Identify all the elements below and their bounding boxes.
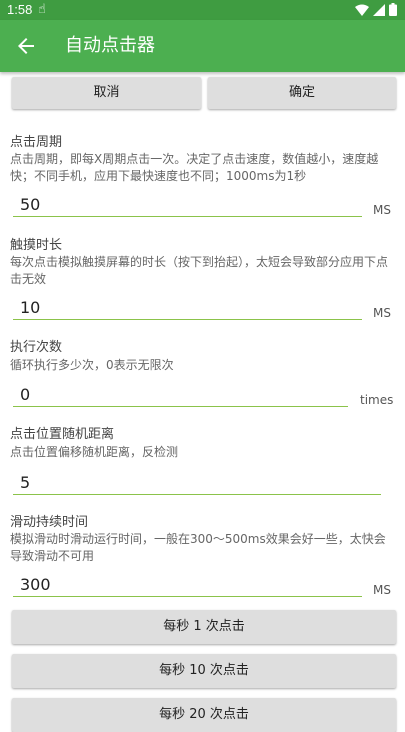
status-time: 1:58 bbox=[7, 2, 33, 17]
repeat-count-unit: times bbox=[360, 393, 394, 407]
repeat-count-desc: 循环执行多少次，0表示无限次 bbox=[10, 358, 174, 372]
click-interval-desc: 点击周期，即每X周期点击一次。决定了点击速度，数值越小，速度越快；不同手机，应用… bbox=[10, 152, 379, 183]
random-offset-input[interactable]: 5 bbox=[13, 473, 381, 495]
swipe-duration-unit: MS bbox=[373, 583, 391, 597]
random-offset-label: 点击位置随机距离 bbox=[10, 427, 115, 442]
battery-icon bbox=[389, 3, 397, 16]
swipe-duration-input[interactable]: 300 bbox=[13, 575, 362, 597]
preset-1-per-second-button[interactable]: 每秒 1 次点击 bbox=[12, 610, 396, 644]
swipe-duration-desc: 模拟滑动时滑动运行时间，一般在300～500ms效果会好一些，太快会导致滑动不可… bbox=[10, 532, 386, 563]
touch-indicator-icon: ☝ bbox=[38, 2, 46, 17]
status-bar: 1:58 ☝ bbox=[0, 0, 405, 20]
click-interval-input[interactable]: 50 bbox=[13, 195, 362, 217]
click-interval-label: 点击周期 bbox=[10, 135, 63, 150]
preset-10-per-second-button[interactable]: 每秒 10 次点击 bbox=[12, 654, 396, 688]
swipe-duration-label: 滑动持续时间 bbox=[10, 515, 89, 530]
repeat-count-input[interactable]: 0 bbox=[13, 385, 348, 407]
repeat-count-label: 执行次数 bbox=[10, 340, 63, 355]
click-interval-unit: MS bbox=[373, 203, 391, 217]
back-arrow-icon[interactable] bbox=[14, 34, 38, 58]
app-bar: 自动点击器 bbox=[0, 20, 405, 72]
preset-20-per-second-button[interactable]: 每秒 20 次点击 bbox=[12, 698, 396, 732]
touch-duration-input[interactable]: 10 bbox=[13, 298, 362, 320]
touch-duration-unit: MS bbox=[373, 306, 391, 320]
random-offset-desc: 点击位置偏移随机距离，反检测 bbox=[10, 445, 179, 459]
cancel-button[interactable]: 取消 bbox=[12, 77, 201, 109]
wifi-icon bbox=[355, 4, 369, 16]
touch-duration-desc: 每次点击模拟触摸屏幕的时长（按下到抬起），太短会导致部分应用下点击无效 bbox=[10, 255, 389, 286]
cell-signal-icon bbox=[373, 3, 385, 16]
confirm-button[interactable]: 确定 bbox=[208, 77, 396, 109]
page-title: 自动点击器 bbox=[65, 35, 155, 56]
touch-duration-label: 触摸时长 bbox=[10, 238, 63, 253]
